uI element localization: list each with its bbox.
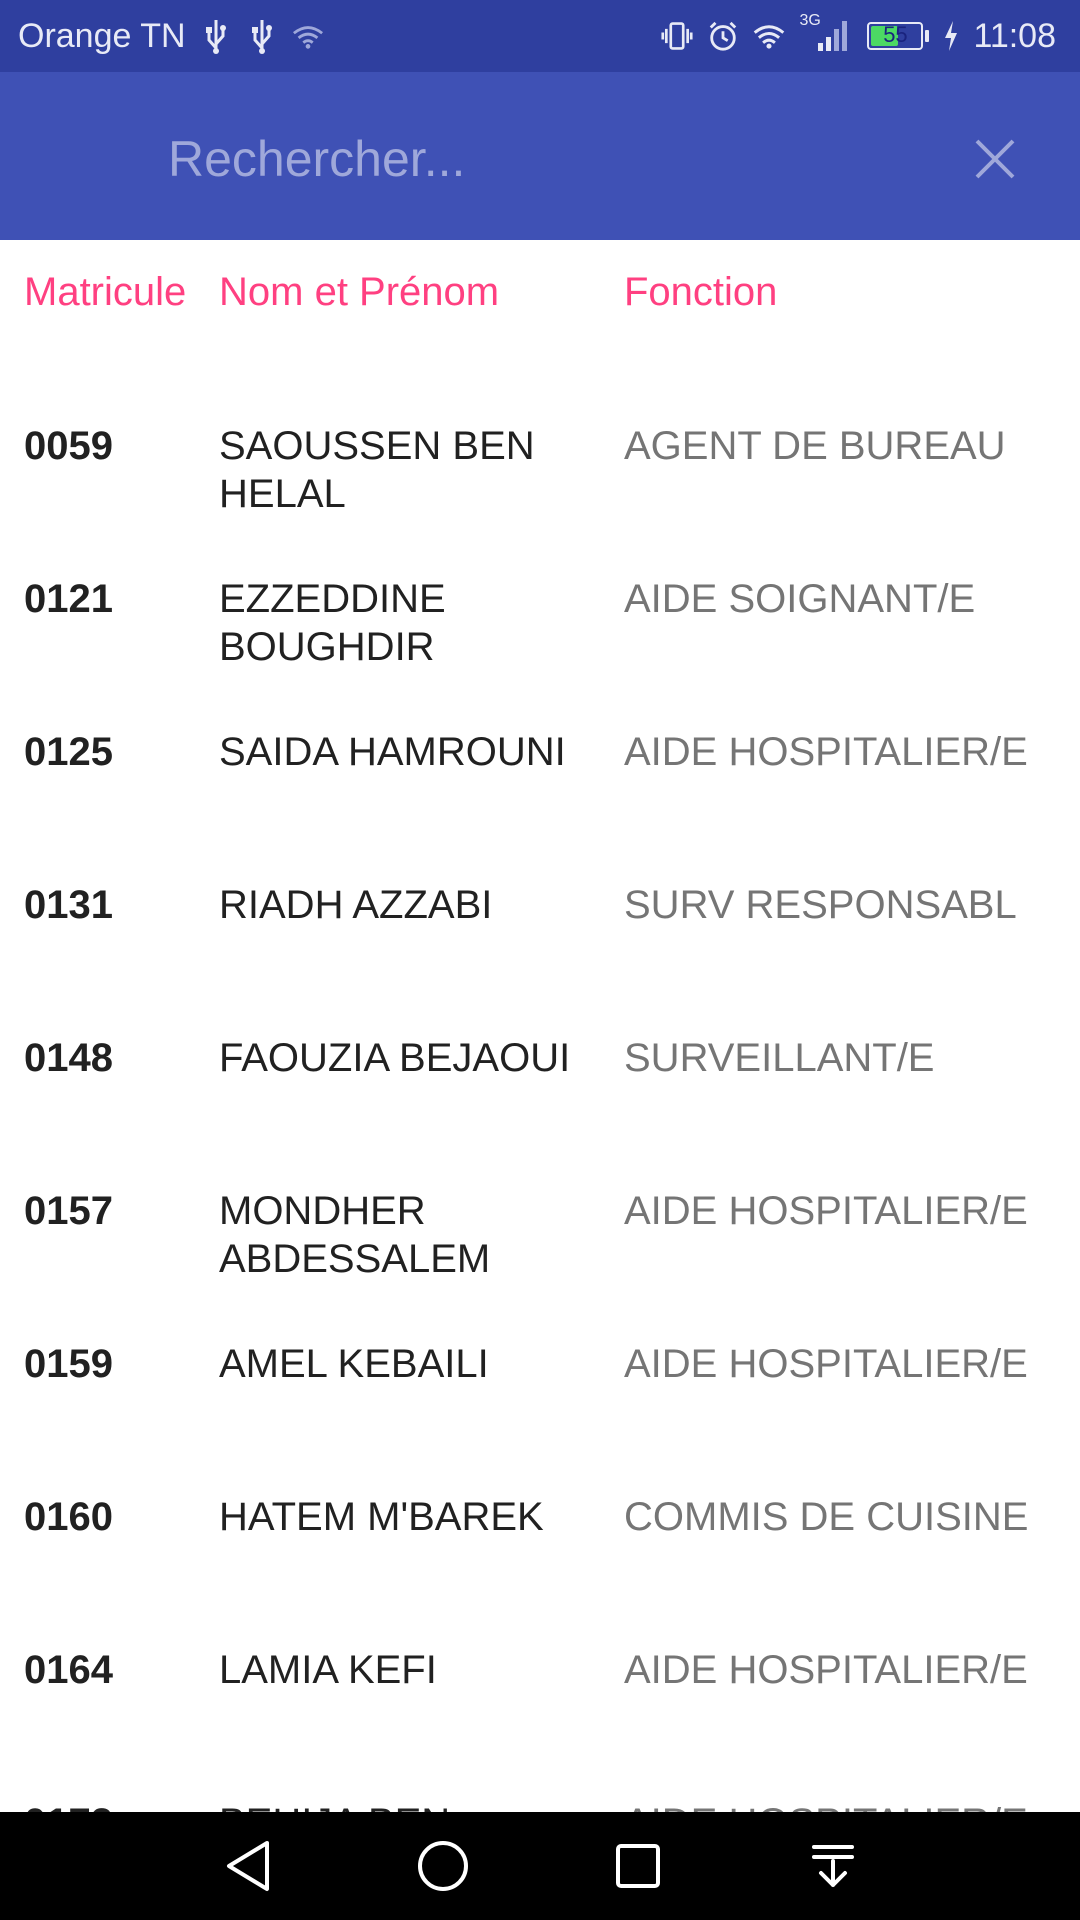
navigation-bar (0, 1812, 1080, 1920)
matricule-cell: 0164 (24, 1648, 113, 1692)
matricule-cell: 0160 (24, 1495, 113, 1539)
matricule-cell: 0173 (24, 1799, 214, 1812)
column-header-matricule: Matricule (24, 270, 187, 314)
usb-icon (200, 16, 232, 56)
status-left: Orange TN (18, 16, 324, 56)
status-right: 3G 55 11:08 (661, 12, 1056, 56)
function-cell: AIDE HOSPITALIER/E (624, 1342, 1028, 1386)
name-cell: AMEL KEBAILI (219, 1342, 489, 1386)
status-bar: Orange TN 3G 55 11:08 (0, 0, 1080, 72)
table-row[interactable]: 0059 SAOUSSEN BEN HELAL AGENT DE BUREAU (0, 400, 1080, 553)
table-row[interactable]: 0125 SAIDA HAMROUNI AIDE HOSPITALIER/E (0, 706, 1080, 859)
table-header: Matricule Nom et Prénom Fonction (0, 240, 1080, 350)
function-cell: SURV RESPONSABL (624, 883, 1017, 927)
name-cell: HATEM M'BAREK (219, 1495, 544, 1539)
name-cell: RIADH AZZABI (219, 883, 493, 927)
name-cell: SAIDA HAMROUNI (219, 730, 566, 774)
notification-pull-button[interactable] (788, 1821, 878, 1911)
name-cell: FAOUZIA BEJAOUI (219, 1036, 571, 1080)
table-row[interactable]: 0121 EZZEDDINE BOUGHDIR AIDE SOIGNANT/E (0, 553, 1080, 706)
battery-body: 55 (867, 22, 924, 50)
matricule-cell: 0059 (24, 424, 113, 468)
alarm-icon (707, 16, 739, 56)
name-cell: BEHIJA BEN (219, 1799, 604, 1812)
employee-list[interactable]: 0059 SAOUSSEN BEN HELAL AGENT DE BUREAU … (0, 400, 1080, 1812)
matricule-cell: 0157 (24, 1189, 113, 1233)
search-input[interactable] (168, 124, 888, 194)
function-cell: AIDE SOIGNANT/E (624, 577, 976, 621)
network-type-label: 3G (799, 12, 821, 29)
vibrate-icon (661, 16, 693, 56)
clock: 11:08 (973, 16, 1056, 55)
matricule-cell: 0131 (24, 883, 113, 927)
wifi-question-icon (292, 16, 324, 56)
name-cell: MONDHER ABDESSALEM (219, 1189, 491, 1281)
table-row[interactable]: 0173 BEHIJA BEN AIDE HOSPITALIER/E (0, 1777, 1080, 1812)
name-cell: EZZEDDINE BOUGHDIR (219, 577, 446, 669)
recents-square-icon (615, 1844, 660, 1888)
battery-level: 55 (883, 22, 908, 47)
home-circle-icon (417, 1841, 468, 1891)
wifi-icon (753, 16, 785, 56)
table-row[interactable]: 0157 MONDHER ABDESSALEM AIDE HOSPITALIER… (0, 1165, 1080, 1318)
function-cell: COMMIS DE CUISINE (624, 1495, 1029, 1539)
function-cell: AIDE HOSPITALIER/E (624, 730, 1028, 774)
clear-search-button[interactable] (960, 124, 1030, 194)
name-cell: LAMIA KEFI (219, 1648, 437, 1692)
usb-icon (246, 16, 278, 56)
function-cell: AIDE HOSPITALIER/E (624, 1189, 1028, 1233)
column-header-nom: Nom et Prénom (219, 270, 500, 314)
matricule-cell: 0148 (24, 1036, 113, 1080)
recents-button[interactable] (593, 1821, 683, 1911)
function-cell: SURVEILLANT/E (624, 1036, 935, 1080)
close-icon (975, 139, 1015, 179)
column-header-fonction: Fonction (624, 270, 778, 314)
home-button[interactable] (398, 1821, 488, 1911)
function-cell: AGENT DE BUREAU (624, 424, 1006, 468)
table-row[interactable]: 0164 LAMIA KEFI AIDE HOSPITALIER/E (0, 1624, 1080, 1777)
table-row[interactable]: 0131 RIADH AZZABI SURV RESPONSABL (0, 859, 1080, 1012)
matricule-cell: 0159 (24, 1342, 113, 1386)
table-row[interactable]: 0148 FAOUZIA BEJAOUI SURVEILLANT/E (0, 1012, 1080, 1165)
function-cell: AIDE HOSPITALIER/E (624, 1648, 1028, 1692)
search-app-bar (0, 72, 1080, 240)
matricule-cell: 0125 (24, 730, 113, 774)
carrier-name: Orange TN (18, 16, 186, 55)
pull-down-icon (811, 1845, 854, 1887)
battery-icon: 55 (867, 22, 930, 50)
matricule-cell: 0121 (24, 577, 113, 621)
name-cell: SAOUSSEN BEN HELAL (219, 424, 535, 516)
signal-icon: 3G (799, 12, 853, 56)
charging-icon (943, 16, 959, 56)
battery-tip (925, 30, 930, 42)
function-cell: AIDE HOSPITALIER/E (624, 1799, 1064, 1812)
back-button[interactable] (203, 1821, 293, 1911)
table-row[interactable]: 0160 HATEM M'BAREK COMMIS DE CUISINE (0, 1471, 1080, 1624)
table-row[interactable]: 0159 AMEL KEBAILI AIDE HOSPITALIER/E (0, 1318, 1080, 1471)
back-triangle-icon (226, 1841, 269, 1891)
